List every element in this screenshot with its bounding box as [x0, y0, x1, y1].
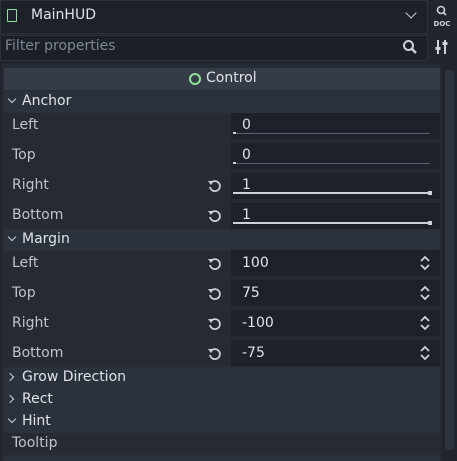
anchor-left-slider[interactable]	[231, 113, 440, 139]
chevron-down-icon	[7, 94, 17, 106]
group-label: Anchor	[22, 93, 72, 109]
group-label: Grow Direction	[22, 369, 127, 385]
margin-bottom-value: -75	[242, 345, 265, 361]
revert-icon[interactable]	[207, 286, 223, 302]
scrollbar-thumb[interactable]	[445, 70, 454, 450]
group-hint[interactable]	[4, 411, 440, 433]
chevron-right-icon	[5, 372, 17, 382]
control-node-icon	[7, 9, 17, 22]
anchor-left-value: 0	[242, 117, 251, 133]
spinner-arrows-icon[interactable]	[418, 255, 432, 271]
revert-icon[interactable]	[207, 208, 223, 224]
doc-search-icon[interactable]: DOC	[430, 4, 454, 30]
anchor-right-slider[interactable]	[231, 173, 440, 199]
filter-placeholder: Filter properties	[5, 38, 116, 54]
group-label: Margin	[22, 231, 70, 247]
object-name: MainHUD	[31, 7, 96, 23]
anchor-bottom-slider[interactable]	[231, 203, 440, 229]
property-label: Right	[12, 315, 49, 331]
spinner-arrows-icon[interactable]	[418, 285, 432, 301]
margin-top-value: 75	[242, 285, 260, 301]
anchor-top-slider[interactable]	[231, 143, 440, 169]
anchor-right-value: 1	[242, 177, 251, 193]
property-label: Bottom	[12, 207, 64, 223]
property-label: Left	[12, 255, 39, 271]
revert-icon[interactable]	[207, 346, 223, 362]
margin-right-value: -100	[242, 315, 274, 331]
control-icon	[189, 73, 201, 85]
chevron-right-icon	[5, 394, 17, 404]
revert-icon[interactable]	[207, 316, 223, 332]
spinner-arrows-icon[interactable]	[418, 345, 432, 361]
anchor-top-value: 0	[242, 147, 251, 163]
group-rect[interactable]	[4, 389, 440, 411]
anchor-bottom-value: 1	[242, 207, 251, 223]
section-title: Control	[206, 70, 257, 86]
tool-settings-icon[interactable]	[433, 38, 451, 56]
spinner-arrows-icon[interactable]	[418, 315, 432, 331]
tooltip-field[interactable]	[4, 455, 440, 461]
property-label: Bottom	[12, 345, 64, 361]
margin-top-spinbox[interactable]	[231, 280, 440, 306]
margin-left-value: 100	[242, 255, 269, 271]
search-icon	[402, 39, 418, 55]
revert-icon[interactable]	[207, 256, 223, 272]
revert-icon[interactable]	[207, 178, 223, 194]
group-label: Rect	[22, 391, 53, 407]
property-label: Left	[12, 117, 39, 133]
svg-text:DOC: DOC	[434, 20, 451, 28]
property-label: Right	[12, 177, 49, 193]
chevron-down-icon[interactable]	[404, 7, 418, 22]
property-label: Top	[12, 285, 36, 301]
chevron-down-icon	[7, 414, 17, 426]
property-label: Top	[12, 147, 36, 163]
group-label: Hint	[22, 413, 51, 429]
property-label: Tooltip	[12, 435, 58, 451]
chevron-down-icon	[7, 232, 17, 244]
